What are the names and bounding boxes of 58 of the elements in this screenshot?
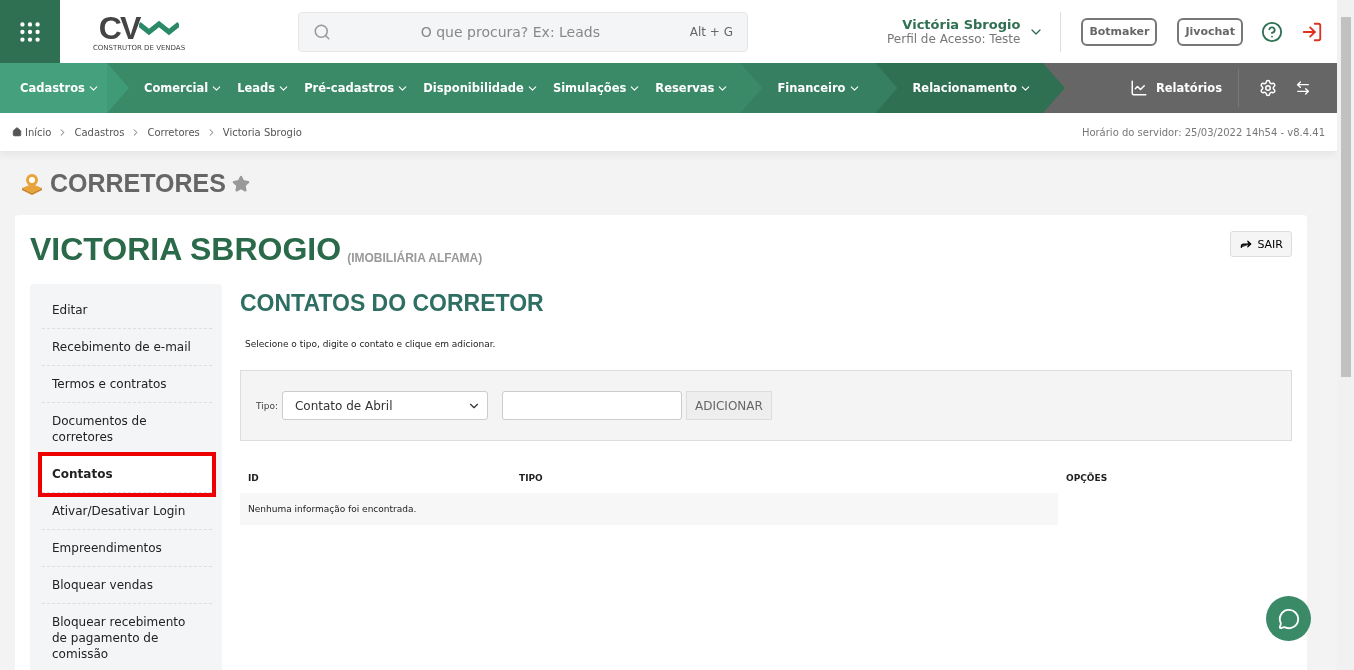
column-header: OPÇÕES — [1066, 473, 1109, 483]
empty-table-message: Nenhuma informação foi encontrada. — [240, 493, 1058, 525]
home-icon — [12, 127, 22, 137]
logout-button[interactable] — [1301, 20, 1323, 43]
section-hint: Selecione o tipo, digite o contato e clique em adicionar. — [245, 339, 497, 349]
add-button[interactable]: ADICIONAR — [686, 391, 772, 420]
logo-wave-icon — [139, 19, 180, 36]
line-chart-icon — [1129, 79, 1148, 97]
breadcrumb-link[interactable]: Corretores — [147, 126, 200, 138]
share-arrow-icon — [1239, 237, 1254, 251]
type-select[interactable]: Contato de Abril — [282, 391, 488, 420]
sidebar-item[interactable]: Recebimento de e-mail — [42, 329, 212, 366]
sidebar-item[interactable]: Bloquear vendas — [42, 567, 212, 604]
exit-button[interactable]: SAIR — [1230, 231, 1292, 257]
nav-menu-item[interactable]: Reservas — [648, 63, 737, 113]
apps-grid-button[interactable] — [0, 0, 60, 63]
sidebar-item[interactable]: Editar — [42, 292, 212, 329]
logo-letters: CV — [98, 11, 140, 44]
search-field[interactable]: O que procura? Ex: Leads Alt + G — [298, 11, 748, 52]
nav-menu-item[interactable]: Relacionamento — [905, 63, 1039, 113]
help-button[interactable] — [1261, 20, 1283, 43]
broker-name: VICTORIA SBROGIO — [30, 231, 342, 268]
column-header: TIPO — [519, 473, 544, 483]
nav-menu-item[interactable]: Financeiro — [770, 63, 868, 113]
header-button[interactable]: Jivochat — [1177, 17, 1243, 46]
type-label: Tipo: — [256, 400, 278, 411]
logout-icon — [1301, 20, 1323, 43]
server-time: Horário do servidor: 25/03/2022 14h54 - v8.4.41 — [1081, 126, 1325, 138]
settings-button[interactable] — [1259, 79, 1277, 97]
breadcrumb-link[interactable]: Cadastros — [74, 126, 125, 138]
swap-arrows-icon — [1295, 80, 1311, 96]
nav-menu-item[interactable]: Leads — [230, 63, 298, 113]
nav-menu-item[interactable]: Comercial — [136, 63, 231, 113]
swap-button[interactable] — [1295, 80, 1311, 96]
reports-link[interactable]: Relatórios — [1113, 69, 1239, 107]
star-icon[interactable] — [231, 174, 250, 193]
user-name[interactable]: Victória Sbrogio — [902, 17, 1021, 32]
contact-input-field[interactable] — [502, 391, 682, 420]
chat-bubble-icon — [1277, 607, 1300, 630]
page-title: CORRETORES — [50, 169, 226, 198]
breadcrumb-link[interactable]: Início — [12, 126, 52, 138]
shortcut-hint: Alt + G — [689, 24, 733, 39]
help-icon — [1261, 20, 1283, 43]
broker-company: (IMOBILIÁRIA ALFAMA) — [347, 251, 483, 267]
settings-icon — [1259, 79, 1277, 97]
nav-menu-item[interactable]: Simulações — [545, 63, 649, 113]
search-icon — [313, 22, 331, 41]
sidebar-item[interactable]: Empreendimentos — [42, 530, 212, 567]
nav-menu-item[interactable]: Pré-cadastros — [297, 63, 417, 113]
column-header: ID — [248, 473, 260, 483]
sidebar-item[interactable]: Ativar/Desativar Login — [42, 493, 212, 530]
header-button[interactable]: Botmaker — [1081, 17, 1158, 46]
breadcrumb-link[interactable]: Victoria Sbrogio — [222, 126, 302, 138]
user-profile: Perfil de Acesso: Teste — [887, 32, 1021, 46]
sidebar-item[interactable]: Bloquear recebimento de pagamento de comissão — [42, 604, 212, 670]
sidebar-item[interactable]: Termos e contratos — [42, 366, 212, 403]
section-title: CONTATOS DO CORRETOR — [240, 290, 545, 317]
nav-menu-item[interactable]: Disponibilidade — [416, 63, 546, 113]
